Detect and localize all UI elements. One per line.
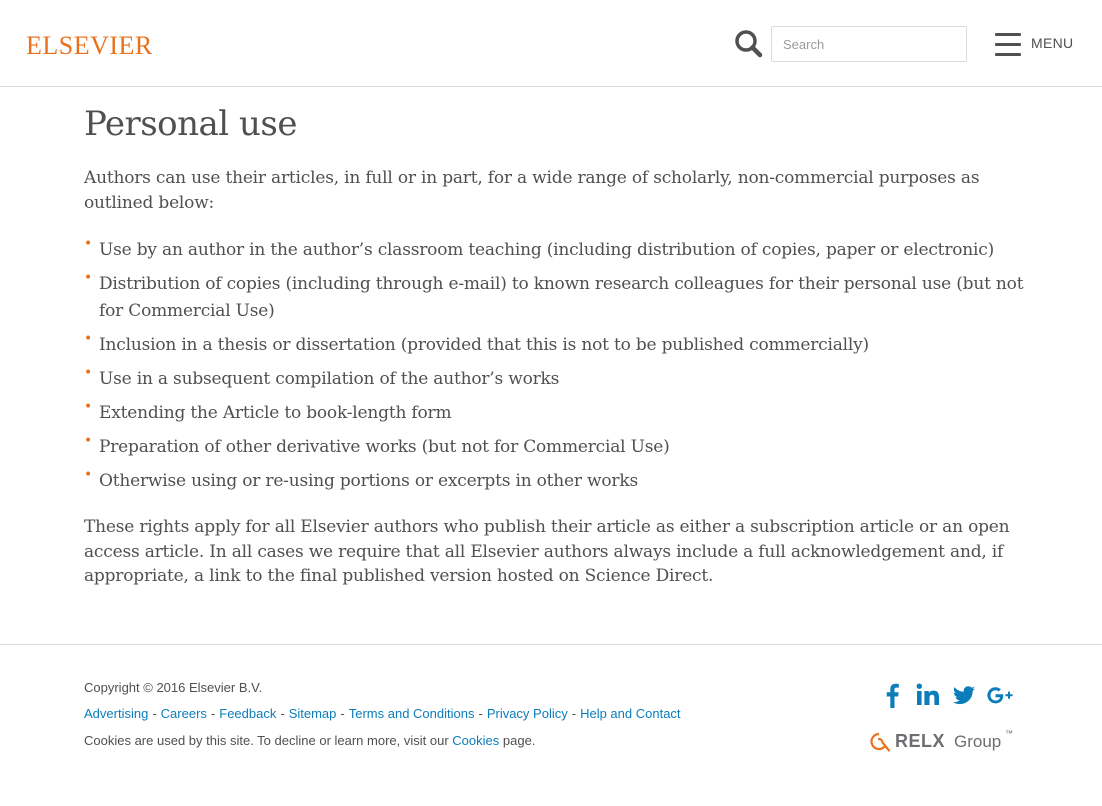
bullet-icon: • — [84, 331, 93, 347]
search-input[interactable] — [771, 26, 967, 62]
footer-link-sitemap[interactable]: Sitemap — [289, 706, 337, 721]
bullet-icon: • — [84, 270, 93, 286]
twitter-icon[interactable] — [951, 681, 977, 709]
footer-link-feedback[interactable]: Feedback — [219, 706, 276, 721]
footer-link-privacy[interactable]: Privacy Policy — [487, 706, 568, 721]
relx-wordmark: RELX — [895, 731, 946, 751]
list-item: • Otherwise using or re-using portions or… — [84, 467, 638, 491]
link-separator: - — [152, 706, 157, 721]
footer-text: Copyright © 2016 Elsevier B.V. Advertisi… — [84, 679, 681, 750]
list-item: • Use in a subsequent compilation of the … — [84, 365, 560, 389]
footer-links: Advertising - Careers - Feedback - Sitemap - Ter… — [84, 705, 681, 723]
hamburger-icon — [995, 33, 1021, 56]
link-separator: - — [210, 706, 216, 721]
facebook-icon[interactable] — [880, 681, 906, 709]
list-item: • Preparation of other derivative works (… — [84, 433, 670, 457]
link-separator: - — [478, 706, 483, 721]
cookie-notice: Cookies are used by this site. To declin… — [84, 732, 681, 750]
page-title: Personal use — [84, 104, 297, 144]
list-item: • Extending the Article to book-length fo… — [84, 399, 452, 423]
main-content: Personal use Authors can use their artic… — [84, 104, 1024, 589]
bullet-icon: • — [84, 365, 93, 381]
bullet-icon: • — [84, 236, 93, 252]
list-item: • Inclusion in a thesis or dissertation (… — [84, 331, 869, 355]
menu-button[interactable]: MENU — [995, 28, 1079, 60]
site-footer: Copyright © 2016 Elsevier B.V. Advertisi… — [0, 644, 1102, 806]
intro-paragraph: Authors can use their articles, in full … — [84, 168, 980, 213]
google-plus-icon[interactable] — [987, 681, 1013, 709]
cookies-link[interactable]: Cookies — [452, 733, 499, 748]
cookie-suffix: page. — [502, 733, 536, 748]
relx-group-logo[interactable]: RELX Group ™ — [869, 729, 1017, 757]
bullet-icon: • — [84, 467, 93, 483]
list-item: • Distribution of copies (including throu… — [84, 270, 1024, 321]
relx-group-text: Group — [954, 732, 1002, 751]
bullet-icon: • — [84, 433, 93, 449]
social-links — [880, 681, 1014, 709]
search-icon — [735, 30, 763, 58]
search-button[interactable] — [733, 28, 765, 60]
elsevier-logo[interactable]: ELSEVIER — [26, 31, 153, 61]
cookie-prefix: Cookies are used by this site. To declin… — [84, 733, 449, 748]
personal-use-list: • Use by an author in the author’s classr… — [84, 237, 1024, 495]
bullet-icon: • — [84, 399, 93, 415]
link-separator: - — [571, 706, 577, 721]
relx-mark-icon — [870, 732, 891, 752]
footer-link-advertising[interactable]: Advertising — [84, 706, 148, 721]
footer-link-help[interactable]: Help and Contact — [580, 706, 680, 721]
footer-link-terms[interactable]: Terms and Conditions — [349, 706, 475, 721]
copyright-text: Copyright © 2016 Elsevier B.V. — [84, 680, 263, 695]
list-item: • Use by an author in the author’s classr… — [84, 236, 995, 260]
footer-link-careers[interactable]: Careers — [161, 706, 207, 721]
menu-label: MENU — [1031, 35, 1074, 51]
relx-trademark: ™ — [1005, 729, 1013, 738]
link-separator: - — [280, 706, 285, 721]
link-separator: - — [340, 706, 345, 721]
rights-paragraph: These rights apply for all Elsevier auth… — [84, 517, 1010, 586]
site-header: ELSEVIER MENU — [0, 0, 1102, 87]
linkedin-icon[interactable] — [915, 681, 941, 709]
